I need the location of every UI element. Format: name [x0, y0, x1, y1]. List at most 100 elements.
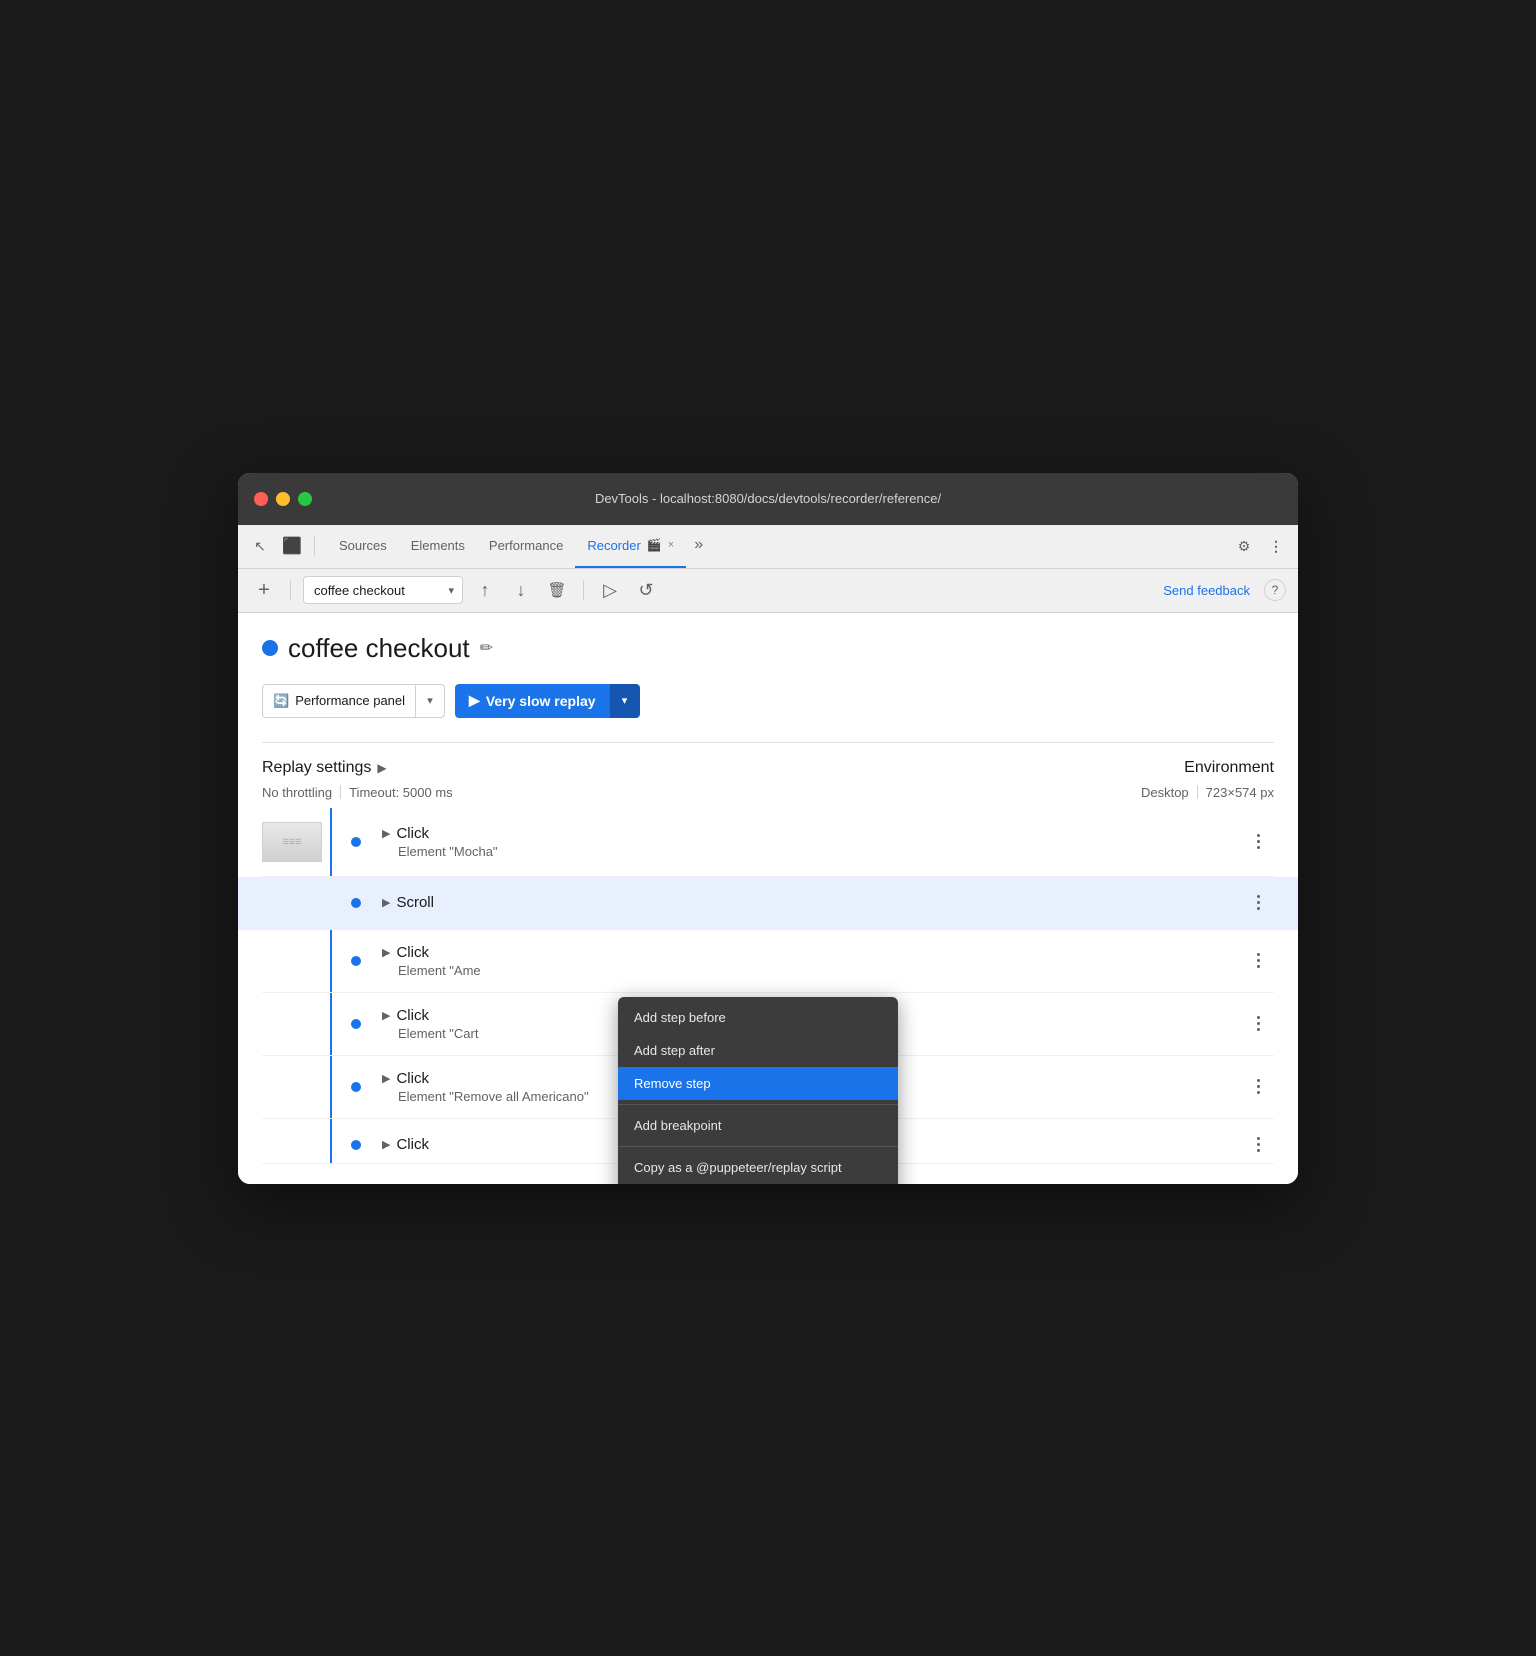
ctx-add-breakpoint[interactable]: Add breakpoint: [618, 1109, 898, 1142]
more-vert-icon: ⋮: [1269, 538, 1283, 555]
replay-settings-toggle[interactable]: Replay settings ▶: [262, 759, 1141, 777]
settings-subtitle: No throttling Timeout: 5000 ms: [262, 785, 1141, 800]
menu-dot: [1257, 840, 1260, 843]
step-expand-icon[interactable]: ▶: [382, 827, 390, 840]
step-dot-area-5: [338, 1082, 374, 1092]
timeout-label: Timeout: 5000 ms: [349, 785, 453, 800]
step-content-2: ▶ Scroll: [374, 894, 1246, 911]
menu-dot: [1257, 1079, 1260, 1082]
replay-dropdown-button[interactable]: ▾: [610, 684, 640, 718]
tab-close-icon[interactable]: ×: [668, 539, 674, 551]
ctx-remove-step[interactable]: Remove step: [618, 1067, 898, 1100]
menu-dot: [1257, 959, 1260, 962]
ctx-remove-step-label: Remove step: [634, 1076, 711, 1091]
more-options-button[interactable]: ⋮: [1262, 532, 1290, 560]
tab-sources[interactable]: Sources: [327, 524, 399, 568]
perf-panel-label: Performance panel: [295, 693, 405, 708]
step-menu-button-4[interactable]: [1246, 1012, 1270, 1036]
step-expand-icon-2[interactable]: ▶: [382, 896, 390, 909]
replay-settings-label: Replay settings: [262, 759, 371, 777]
pointer-tool-button[interactable]: ↖: [246, 532, 274, 560]
menu-dot: [1257, 1028, 1260, 1031]
tab-more-button[interactable]: »: [686, 524, 711, 568]
rewind-button[interactable]: ↺: [632, 576, 660, 604]
play-icon: ▶: [469, 692, 480, 709]
secondary-toolbar: + coffee checkout ▾ ↑ ↓ 🗑 ▷ ↺ Send feedb…: [238, 569, 1298, 613]
step-screenshot: ☰☰☰: [262, 822, 322, 862]
settings-arrow-icon: ▶: [377, 761, 386, 775]
step-menu-button-6[interactable]: [1246, 1133, 1270, 1157]
tab-elements[interactable]: Elements: [399, 524, 477, 568]
step-dot-area-6: [338, 1140, 374, 1150]
replay-button-group: ▶ Very slow replay ▾: [455, 684, 640, 718]
devtools-toolbar: ↖ ⬛ Sources Elements Performance Recorde…: [238, 525, 1298, 569]
step-expand-icon-3[interactable]: ▶: [382, 946, 390, 959]
perf-icon: 🔄: [273, 693, 289, 709]
ctx-separator-1: [618, 1104, 898, 1105]
settings-left: Replay settings ▶ No throttling Timeout:…: [262, 759, 1141, 800]
step-expand-icon-4[interactable]: ▶: [382, 1009, 390, 1022]
step-dot-6: [351, 1140, 361, 1150]
menu-dot: [1257, 1143, 1260, 1146]
toolbar-separator-3: [583, 580, 584, 600]
menu-dot: [1257, 901, 1260, 904]
tab-performance[interactable]: Performance: [477, 524, 575, 568]
env-separator: [1197, 785, 1198, 799]
maximize-button[interactable]: [298, 492, 312, 506]
recording-select-text: coffee checkout: [314, 583, 444, 598]
step-item: ☰☰☰ ▶ Click Element "Mocha": [262, 808, 1274, 877]
close-button[interactable]: [254, 492, 268, 506]
context-menu: Add step before Add step after Remove st…: [618, 997, 898, 1184]
delete-icon: 🗑: [547, 581, 566, 599]
ctx-add-before-label: Add step before: [634, 1010, 726, 1025]
throttling-label: No throttling: [262, 785, 332, 800]
play-step-button[interactable]: ▷: [596, 576, 624, 604]
step-menu-button-3[interactable]: [1246, 949, 1270, 973]
step-dot-5: [351, 1082, 361, 1092]
help-button[interactable]: ?: [1264, 579, 1286, 601]
step-expand-icon-6[interactable]: ▶: [382, 1138, 390, 1151]
step-expand-icon-5[interactable]: ▶: [382, 1072, 390, 1085]
settings-button[interactable]: ⚙: [1230, 532, 1258, 560]
tab-recorder[interactable]: Recorder 🎬 ×: [575, 524, 686, 568]
tab-list: Sources Elements Performance Recorder 🎬 …: [327, 524, 711, 568]
recording-title: coffee checkout: [288, 633, 470, 664]
step-item-3: ▶ Click Element "Ame: [262, 930, 1274, 993]
pointer-icon: ↖: [254, 538, 266, 555]
traffic-lights: [254, 492, 312, 506]
minimize-button[interactable]: [276, 492, 290, 506]
ctx-add-after[interactable]: Add step after: [618, 1034, 898, 1067]
step-menu-button-2[interactable]: [1246, 891, 1270, 915]
recording-select[interactable]: coffee checkout ▾: [303, 576, 463, 604]
performance-panel-button[interactable]: 🔄 Performance panel ▾: [262, 684, 445, 718]
add-recording-button[interactable]: +: [250, 576, 278, 604]
step-item-highlighted: ▶ Scroll Add step before Add step after: [238, 877, 1298, 930]
delete-button[interactable]: 🗑: [543, 576, 571, 604]
step-menu-button[interactable]: [1246, 830, 1270, 854]
step-detail-3: Element "Ame: [382, 963, 1246, 978]
ctx-copy-puppeteer[interactable]: Copy as a @puppeteer/replay script: [618, 1151, 898, 1184]
step-menu-button-5[interactable]: [1246, 1075, 1270, 1099]
ctx-add-before[interactable]: Add step before: [618, 1001, 898, 1034]
settings-right: Environment Desktop 723×574 px: [1141, 759, 1274, 800]
step-action-label-5: Click: [396, 1070, 429, 1087]
step-content-3: ▶ Click Element "Ame: [374, 944, 1246, 978]
settings-row: Replay settings ▶ No throttling Timeout:…: [262, 759, 1274, 800]
edit-title-button[interactable]: ✏: [480, 638, 493, 658]
gear-icon: ⚙: [1238, 538, 1251, 555]
export-button[interactable]: ↑: [471, 576, 499, 604]
perf-panel-chevron-icon[interactable]: ▾: [416, 685, 444, 717]
inspect-tool-button[interactable]: ⬛: [278, 532, 306, 560]
download-icon: ↓: [517, 580, 526, 601]
replay-main-button[interactable]: ▶ Very slow replay: [455, 684, 610, 718]
ctx-copy-puppeteer-label: Copy as a @puppeteer/replay script: [634, 1160, 842, 1175]
settings-separator: [340, 785, 341, 799]
step-dot: [351, 837, 361, 847]
ctx-add-breakpoint-label: Add breakpoint: [634, 1118, 721, 1133]
rewind-icon: ↺: [638, 580, 653, 601]
performance-panel-main: 🔄 Performance panel: [263, 685, 416, 717]
import-button[interactable]: ↓: [507, 576, 535, 604]
step-action-label-2: Scroll: [396, 894, 434, 911]
menu-dot: [1257, 846, 1260, 849]
send-feedback-link[interactable]: Send feedback: [1163, 583, 1250, 598]
